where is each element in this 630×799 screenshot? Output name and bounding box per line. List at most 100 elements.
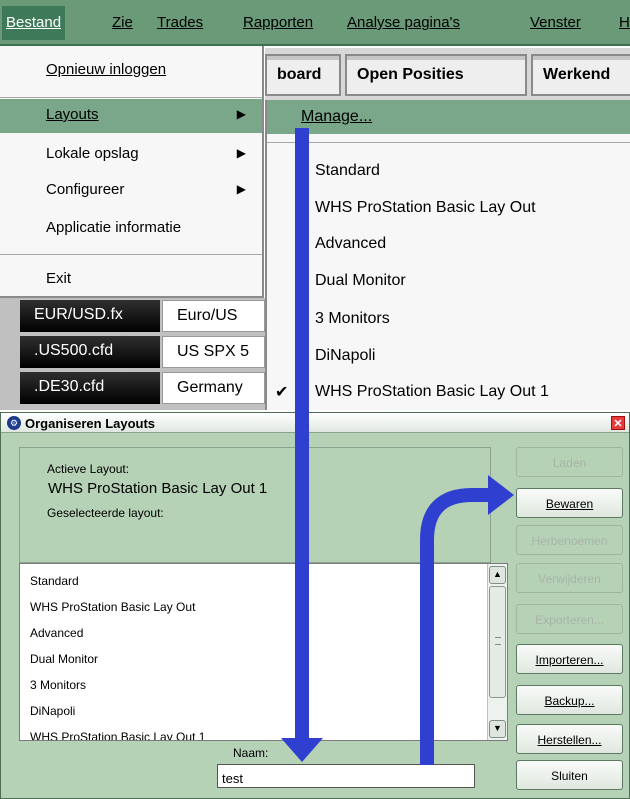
menu-item-exit[interactable]: Exit [0,263,262,297]
list-item[interactable]: 3 Monitors [30,678,86,692]
list-item[interactable]: WHS ProStation Basic Lay Out [30,600,195,614]
list-item[interactable]: Standard [30,574,79,588]
tab-werkend[interactable]: Werkend [531,54,630,96]
list-item[interactable]: WHS ProStation Basic Lay Out 1 [30,730,205,740]
bewaren-button[interactable]: Bewaren [516,488,623,518]
grip-icon [495,637,501,645]
menu-item-label: Configureer [46,181,125,198]
list-item[interactable]: Advanced [30,626,83,640]
geselecteerde-layout-label: Geselecteerde layout: [47,506,164,520]
instrument-row[interactable]: EUR/USD.fx Euro/US [20,298,265,334]
submenu-arrow-icon: ▶ [236,182,246,196]
naam-label: Naam: [233,746,269,760]
instrument-list: EUR/USD.fx Euro/US .US500.cfd US SPX 5 .… [0,298,265,410]
backup-button[interactable]: Backup... [516,685,623,715]
importeren-button[interactable]: Importeren... [516,644,623,674]
menu-rapporten-label: Rapporten [243,14,314,31]
layouts-listbox[interactable]: Standard WHS ProStation Basic Lay Out Ad… [19,563,508,741]
tab-werkend-label: Werkend [543,66,611,83]
checkmark-icon: ✔ [275,384,289,401]
scroll-up-icon[interactable]: ▲ [489,566,506,584]
actieve-layout-value: WHS ProStation Basic Lay Out 1 [48,480,268,497]
menu-help-label: H [619,14,630,31]
importeren-label: Importeren... [535,653,604,667]
menu-bestand[interactable]: Bestand [2,6,66,40]
sluiten-button[interactable]: Sluiten [516,760,623,790]
instrument-name: US SPX 5 [162,336,265,368]
list-item[interactable]: DiNapoli [30,704,75,718]
herstellen-label: Herstellen... [537,733,602,747]
herstellen-button[interactable]: Herstellen... [516,724,623,754]
menu-item-opnieuw-inloggen[interactable]: Opnieuw inloggen [0,54,262,88]
submenu-item-label: DiNapoli [315,347,376,364]
backup-label: Backup... [544,694,595,708]
menu-zie[interactable]: Zie [112,14,133,31]
menu-item-label: Lokale opslag [46,145,139,162]
menu-item-lokale-opslag[interactable]: Lokale opslag ▶ [0,138,262,172]
instrument-name: Germany [162,372,265,404]
menu-trades-label: Trades [157,14,204,31]
dialog-titlebar[interactable]: ⚙ Organiseren Layouts ✕ [1,413,629,433]
herbenoemen-button[interactable]: Herbenoemen [516,525,623,555]
submenu-item-3-monitors[interactable]: 3 Monitors [267,302,630,336]
submenu-item-dinapoli[interactable]: DiNapoli [267,339,630,373]
submenu-item-label: Standard [315,162,380,179]
submenu-item-label: WHS ProStation Basic Lay Out [315,199,536,216]
actieve-layout-label: Actieve Layout: [47,462,130,476]
menubar: Bestand Zie Trades Rapporten Analyse pag… [0,0,630,46]
submenu-arrow-icon: ▶ [236,107,246,121]
menu-item-label: Opnieuw inloggen [46,61,167,78]
tab-open-posities-label: Open Posities [357,66,464,83]
menu-separator [267,142,630,143]
naam-input[interactable] [217,764,475,788]
menu-item-label: Layouts [46,106,99,123]
menu-trades[interactable]: Trades [157,14,203,31]
submenu-item-dual-monitor[interactable]: Dual Monitor [267,264,630,298]
tab-dashboard[interactable]: board [265,54,341,96]
submenu-item-whs-basic-1[interactable]: ✔ WHS ProStation Basic Lay Out 1 [267,375,630,409]
laden-button[interactable]: Laden [516,447,623,477]
list-item[interactable]: Dual Monitor [30,652,98,666]
menu-item-label: Applicatie informatie [46,219,182,236]
menu-item-configureer[interactable]: Configureer ▶ [0,174,262,208]
submenu-item-standard[interactable]: Standard [267,154,630,188]
instrument-name: Euro/US [162,300,265,332]
close-icon[interactable]: ✕ [611,416,625,430]
app-icon: ⚙ [7,416,21,430]
file-menu: Opnieuw inloggen Layouts ▶ Lokale opslag ▶… [0,46,264,298]
menu-venster[interactable]: Venster [530,14,581,31]
submenu-item-label: Dual Monitor [315,272,406,289]
submenu-item-label: Advanced [315,235,387,252]
submenu-item-advanced[interactable]: Advanced [267,227,630,261]
menu-rapporten[interactable]: Rapporten [243,14,313,31]
scroll-down-icon[interactable]: ▼ [489,720,506,738]
menu-separator [0,254,262,255]
menu-item-applicatie-informatie[interactable]: Applicatie informatie [0,212,262,246]
menu-zie-label: Zie [112,14,133,31]
exporteren-button[interactable]: Exporteren... [516,604,623,634]
instrument-symbol: EUR/USD.fx [20,300,160,332]
vertical-scrollbar[interactable]: ▲ ▼ [487,564,507,740]
menu-bestand-label: Bestand [6,14,62,31]
scroll-thumb[interactable] [489,586,506,698]
menu-venster-label: Venster [530,14,581,31]
tab-open-posities[interactable]: Open Posities [345,54,527,96]
bewaren-label: Bewaren [545,497,594,511]
menu-item-label: Exit [46,270,72,287]
instrument-row[interactable]: .US500.cfd US SPX 5 [20,334,265,370]
instrument-row[interactable]: .DE30.cfd Germany [20,370,265,406]
submenu-item-manage[interactable]: Manage... [267,100,630,134]
menu-help[interactable]: H [619,14,630,31]
submenu-item-label: 3 Monitors [315,310,390,327]
submenu-item-whs-basic[interactable]: WHS ProStation Basic Lay Out [267,191,630,225]
dialog-title: Organiseren Layouts [25,416,156,431]
instrument-symbol: .US500.cfd [20,336,160,368]
menu-separator [0,97,262,98]
layout-info-panel: Actieve Layout: WHS ProStation Basic Lay… [19,447,491,563]
menu-item-layouts[interactable]: Layouts ▶ [0,99,262,133]
submenu-arrow-icon: ▶ [236,146,246,160]
submenu-item-label: Manage... [301,108,373,125]
menu-analyse[interactable]: Analyse pagina's [347,14,460,31]
submenu-item-label: WHS ProStation Basic Lay Out 1 [315,383,549,400]
verwijderen-button[interactable]: Verwijderen [516,563,623,593]
